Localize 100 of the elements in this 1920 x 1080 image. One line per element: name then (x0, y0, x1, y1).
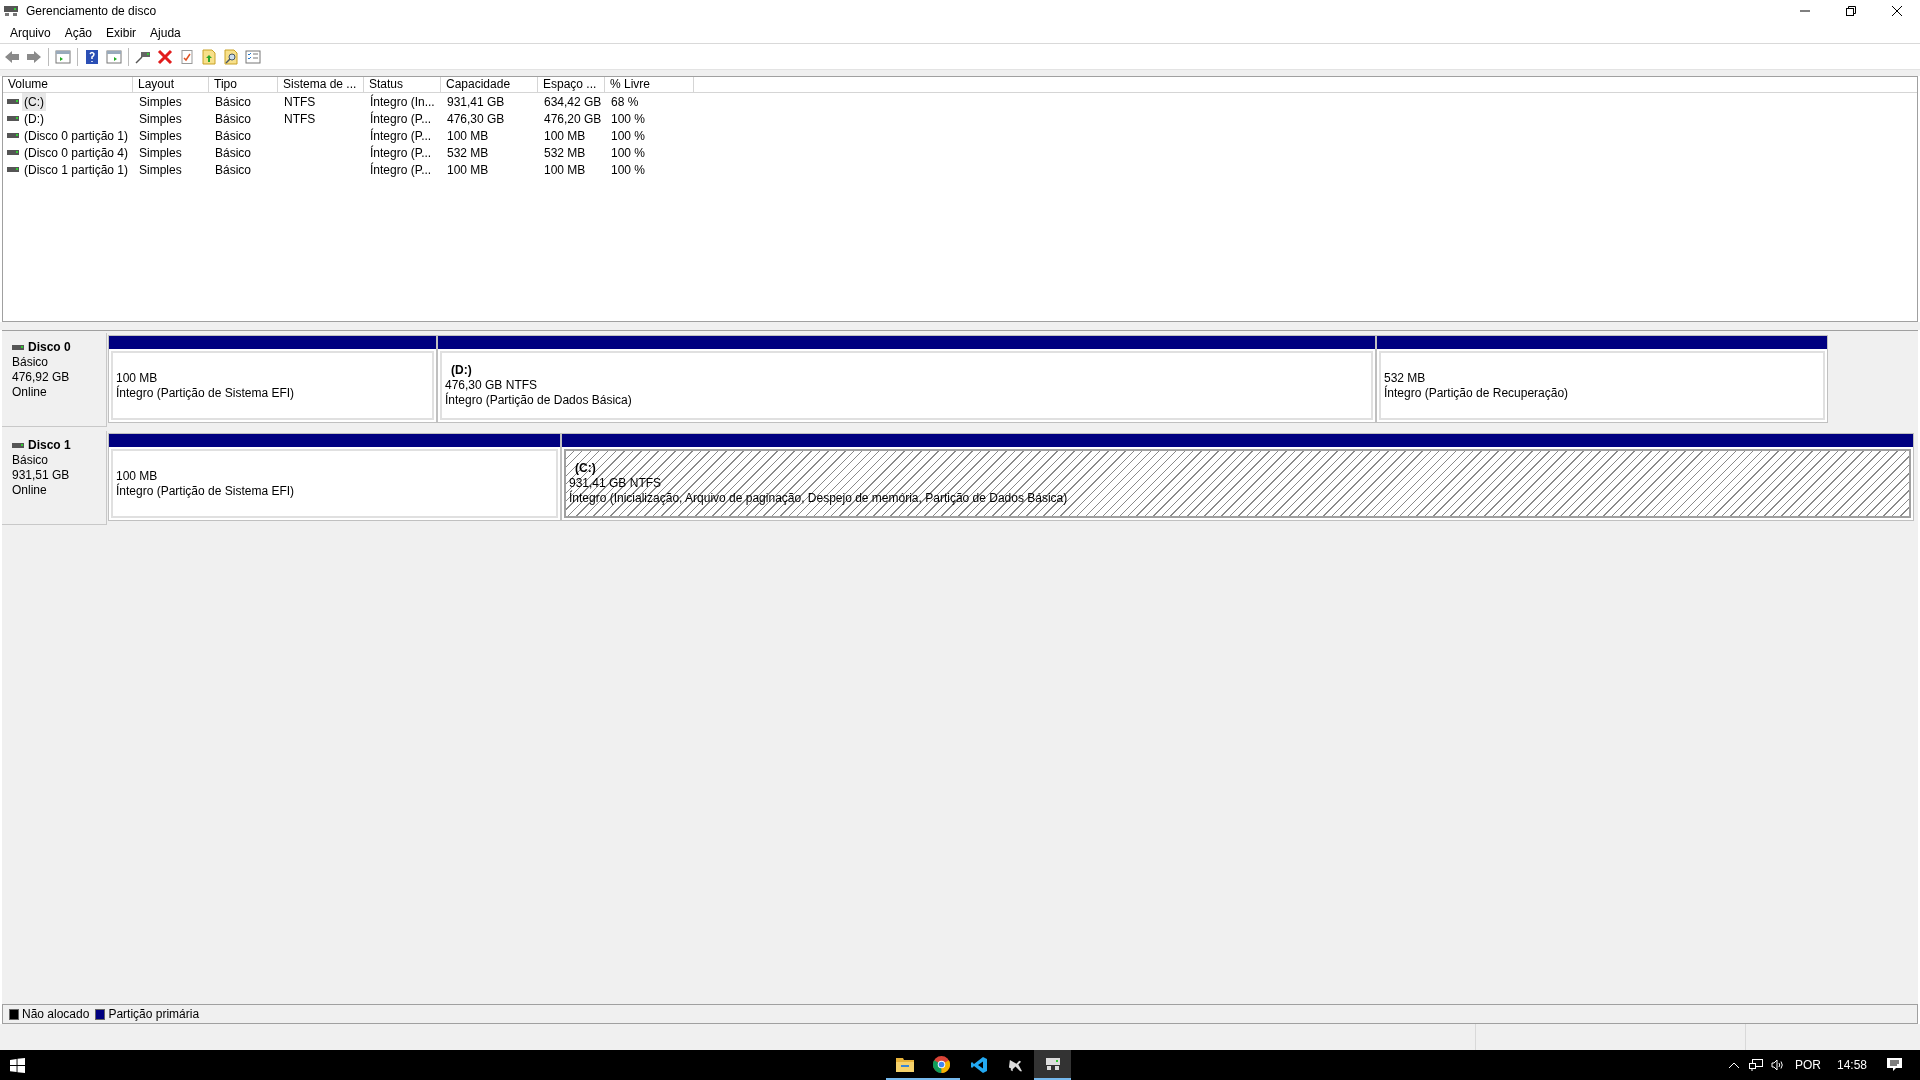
clock[interactable]: 14:58 (1836, 1056, 1867, 1074)
drive-icon (12, 443, 24, 448)
disk-size: 931,51 GB (12, 468, 71, 483)
table-cell-text: Simples (139, 144, 182, 162)
partition-block[interactable]: 532 MB Íntegro (Partição de Recuperação) (1376, 335, 1828, 423)
table-cell-text: Íntegro (In... (370, 93, 435, 111)
menu-item[interactable]: Arquivo (3, 22, 58, 43)
table-cell-text: 476,30 GB (447, 110, 505, 128)
table-cell-text: 100 % (611, 161, 646, 179)
table-cell-text: 100 % (611, 110, 646, 128)
language-indicator[interactable]: POR (1794, 1056, 1821, 1074)
properties-icon[interactable] (179, 48, 195, 65)
partition-block[interactable]: (C:) 931,41 GB NTFS Íntegro (Inicialização, Arquivo de paginação, Despejo de memória, Partição de Dados Básica) (561, 433, 1914, 521)
folder-up-icon[interactable] (201, 48, 217, 65)
action-pane-icon[interactable] (106, 48, 122, 65)
partition-size: 532 MB (1384, 370, 1426, 385)
window-title: Gerenciamento de disco (26, 3, 157, 20)
drive-icon (7, 133, 19, 138)
menu-item[interactable]: Ajuda (143, 22, 188, 43)
partition-label: (D:) (450, 363, 472, 378)
drive-icon (12, 345, 24, 350)
partition-block[interactable]: 100 MB Íntegro (Partição de Sistema EFI) (108, 335, 437, 423)
disk-status: Online (12, 385, 48, 400)
partition-status: Íntegro (Inicialização, Arquivo de paginação, Despejo de memória, Partição de Dados Básica) (569, 491, 1068, 506)
forward-arrow-icon[interactable] (26, 48, 42, 65)
folder-search-icon[interactable] (223, 48, 239, 65)
table-cell-text: Íntegro (P... (370, 127, 432, 145)
volume-icon[interactable] (1770, 1059, 1785, 1071)
column-header[interactable]: Tipo (209, 77, 278, 92)
disk-name: Disco 1 (28, 438, 71, 453)
column-header[interactable]: Capacidade (441, 77, 538, 92)
menu-item[interactable]: Exibir (99, 22, 144, 43)
table-cell-text: 100 MB (447, 127, 489, 145)
notifications-icon[interactable] (1887, 1058, 1902, 1072)
close-icon (1892, 6, 1902, 16)
partition-status: Íntegro (Partição de Sistema EFI) (116, 483, 295, 499)
table-cell-text: Simples (139, 127, 182, 145)
app-icon (4, 5, 18, 17)
disk-info-panel[interactable]: Disco 1 Básico 931,51 GB Online (2, 431, 107, 525)
drive-icon (7, 150, 19, 155)
table-cell-text: Simples (139, 110, 182, 128)
partition-size: 931,41 GB NTFS (569, 476, 662, 490)
column-header[interactable]: Espaço ... (538, 77, 605, 92)
table-cell-text: 100 % (611, 144, 646, 162)
partition-block[interactable]: (D:) 476,30 GB NTFS Íntegro (Partição de Dados Básica) (437, 335, 1376, 423)
column-header[interactable]: % Livre (605, 77, 694, 92)
table-cell-text: Simples (139, 93, 182, 111)
menu-item[interactable]: Ação (57, 22, 100, 43)
checklist-icon[interactable] (245, 48, 261, 65)
disk-size: 476,92 GB (12, 370, 71, 385)
column-header[interactable]: Layout (133, 77, 209, 92)
disk-status: Online (12, 483, 48, 498)
console-tree-icon[interactable] (55, 48, 71, 65)
table-cell-text: Simples (139, 161, 182, 179)
drive-cell[interactable]: (Disco 1 partição 1) (22, 160, 131, 179)
network-icon[interactable] (1748, 1059, 1763, 1071)
drive-cell[interactable]: (Disco 0 partição 4) (22, 143, 131, 162)
disk-info-panel[interactable]: Disco 0 Básico 476,92 GB Online (2, 333, 107, 427)
partition-status: Íntegro (Partição de Sistema EFI) (116, 385, 295, 401)
disk-management-taskbar-icon[interactable] (1034, 1050, 1071, 1080)
table-cell-text: 532 MB (544, 144, 586, 162)
column-header[interactable]: Volume (3, 77, 133, 92)
table-cell-text: 100 MB (544, 127, 586, 145)
partition-block[interactable]: 100 MB Íntegro (Partição de Sistema EFI) (108, 433, 561, 521)
drive-icon (7, 99, 19, 104)
caret-up-icon[interactable] (1728, 1062, 1739, 1068)
partition-status: Íntegro (Partição de Recuperação) (1384, 385, 1569, 401)
disk-type: Básico (12, 355, 50, 370)
delete-icon[interactable] (157, 48, 173, 65)
table-cell-text: 931,41 GB (447, 93, 505, 111)
back-arrow-icon[interactable] (4, 48, 20, 65)
disk-type: Básico (12, 453, 50, 468)
restore-icon (1846, 6, 1856, 16)
table-cell-text: Básico (215, 161, 252, 179)
table-cell-text: NTFS (284, 110, 316, 128)
partition-size: 100 MB (116, 468, 158, 483)
windows-logo-icon (9, 1057, 25, 1073)
partition-size: 100 MB (116, 370, 158, 385)
disk-name: Disco 0 (28, 340, 71, 355)
help-icon[interactable] (84, 48, 100, 65)
table-cell-text: Íntegro (P... (370, 110, 432, 128)
table-cell-text: 476,20 GB (544, 110, 602, 128)
drive-icon (7, 116, 19, 121)
column-header[interactable]: Status (364, 77, 441, 92)
drive-icon (7, 167, 19, 172)
table-cell-text: Básico (215, 127, 252, 145)
partition-status: Íntegro (Partição de Dados Básica) (445, 393, 632, 408)
drive-cell[interactable]: (D:) (22, 109, 46, 128)
table-cell-text: Íntegro (P... (370, 161, 432, 179)
partition-label: (C:) (574, 461, 596, 476)
table-cell-text: 100 MB (447, 161, 489, 179)
table-cell-text: 100 % (611, 127, 646, 145)
table-cell-text: 634,42 GB (544, 93, 602, 111)
legend-label: Não alocado (22, 1006, 90, 1023)
table-cell-text: 68 % (611, 93, 639, 111)
table-cell-text: Básico (215, 110, 252, 128)
column-header[interactable]: Sistema de ... (278, 77, 364, 92)
table-cell-text: Básico (215, 144, 252, 162)
legend-label: Partição primária (108, 1006, 200, 1023)
drive-cell[interactable]: (Disco 0 partição 1) (22, 126, 131, 145)
